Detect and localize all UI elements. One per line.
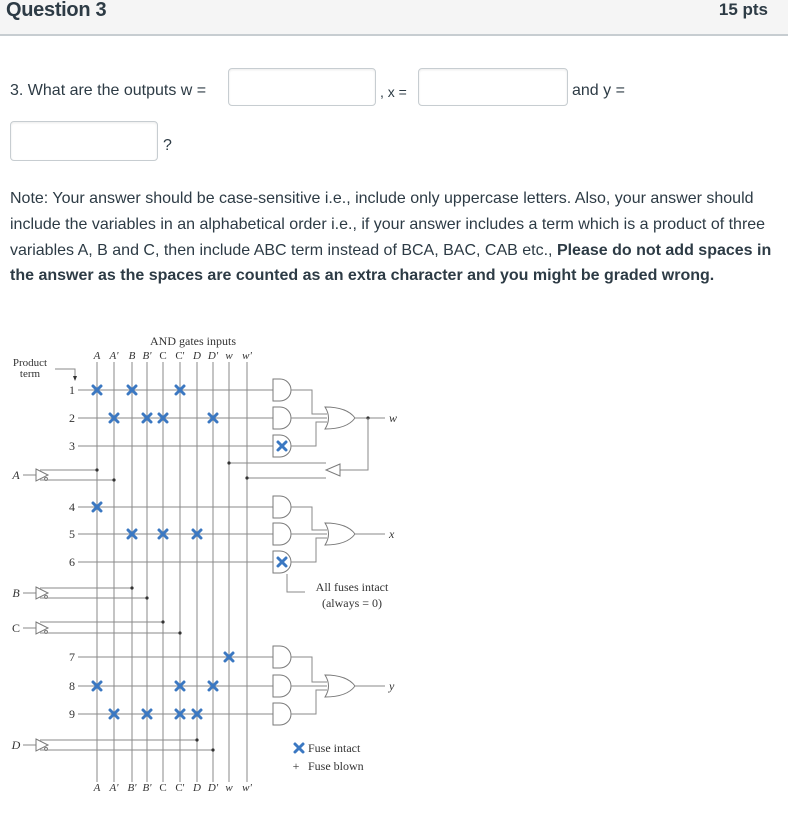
legend-intact-label: Fuse intact [308,741,361,755]
annotation-pointer [286,574,305,593]
column-label-bottom: C' [175,782,184,794]
or-gate-y [324,674,356,698]
row-label-3: 3 [69,439,75,453]
input-label-A: A [11,468,20,482]
junction-dot [178,631,182,635]
junction-dot [227,461,231,465]
column-label-bottom: A' [108,782,119,794]
legend-blown-label: Fuse blown [308,759,364,773]
or-gate-w [324,406,356,430]
column-label-top: w' [242,350,252,362]
column-label-top: D [192,350,201,362]
and-gate-2 [272,406,292,430]
and-gate-9 [272,702,292,726]
annotation-line-1: All fuses intact [316,580,389,594]
and-gate-5 [272,522,292,546]
column-label-bottom: D [192,782,201,794]
and-gate-8 [272,674,292,698]
column-label-bottom: D' [207,782,219,794]
column-label-bottom: w' [242,782,252,794]
legend-blown-icon: + [293,759,300,773]
row-label-9: 9 [69,707,75,721]
product-term-arrow [55,368,76,378]
output-label-x: x [388,527,395,541]
diagram-title: AND gates inputs [150,334,236,348]
column-label-bottom: A [93,782,101,794]
row-label-5: 5 [69,527,75,541]
input-label-D: D [11,738,21,752]
question-points: 15 pts [718,0,768,19]
question-suffix: ? [163,137,172,154]
question-title: Question 3 [6,0,107,21]
wire [291,506,327,531]
junction-dot [145,596,149,600]
answer-note: Note: Your answer should be case-sensiti… [10,186,780,289]
junction-dot [161,620,165,624]
and-gate-1 [272,378,292,402]
question-prefix: 3. What are the outputs w = [10,82,207,99]
pla-diagram: AND gates inputsA A' B B' C C' D D' w w'A A' B' B' C C… [11,334,397,794]
product-term-label: term [20,368,41,380]
column-label-top: A [93,350,101,362]
question-header: Question 3 15 pts [0,0,788,36]
annotation-line-2: (always = 0) [322,596,382,610]
junction-dot [130,586,134,590]
column-label-bottom: C [159,782,166,794]
row-label-2: 2 [69,411,75,425]
row-label-4: 4 [69,500,75,514]
and-gate-7 [272,645,292,669]
arrow-head-icon [73,376,77,381]
junction-dot [195,738,199,742]
input-label-B: B [12,586,20,600]
column-label-top: D' [207,350,219,362]
wire [291,656,327,683]
row-label-1: 1 [69,383,75,397]
column-label-bottom: B' [142,782,152,794]
y-label: and y = [572,82,625,99]
row-label-7: 7 [69,650,75,664]
legend-fuse-intact-icon [293,742,305,754]
junction-dot [245,476,249,480]
x-label: , x = [380,84,407,100]
output-label-w: w [389,411,397,425]
wire [291,689,327,715]
input-label-C: C [12,621,20,635]
column-label-top: B' [142,350,152,362]
wire [291,421,327,447]
feedback-buffer [324,463,341,477]
and-gate-4 [272,495,292,519]
junction-dot [112,478,116,482]
row-label-8: 8 [69,679,75,693]
answer-y-input[interactable] [10,121,158,161]
column-label-top: C [159,350,166,362]
wire [291,389,327,415]
or-gate-x [324,522,356,546]
column-label-bottom: B' [127,782,137,794]
column-label-top: B [129,350,136,362]
answer-x-input[interactable] [418,68,568,106]
column-label-top: A' [108,350,119,362]
junction-dot [95,468,99,472]
wire [291,537,327,563]
column-label-top: C' [175,350,184,362]
answer-w-input[interactable] [228,68,376,106]
junction-dot [211,748,215,752]
column-label-top: w [225,350,233,362]
column-label-bottom: w [225,782,233,794]
output-label-y: y [388,679,395,693]
row-label-6: 6 [69,555,75,569]
